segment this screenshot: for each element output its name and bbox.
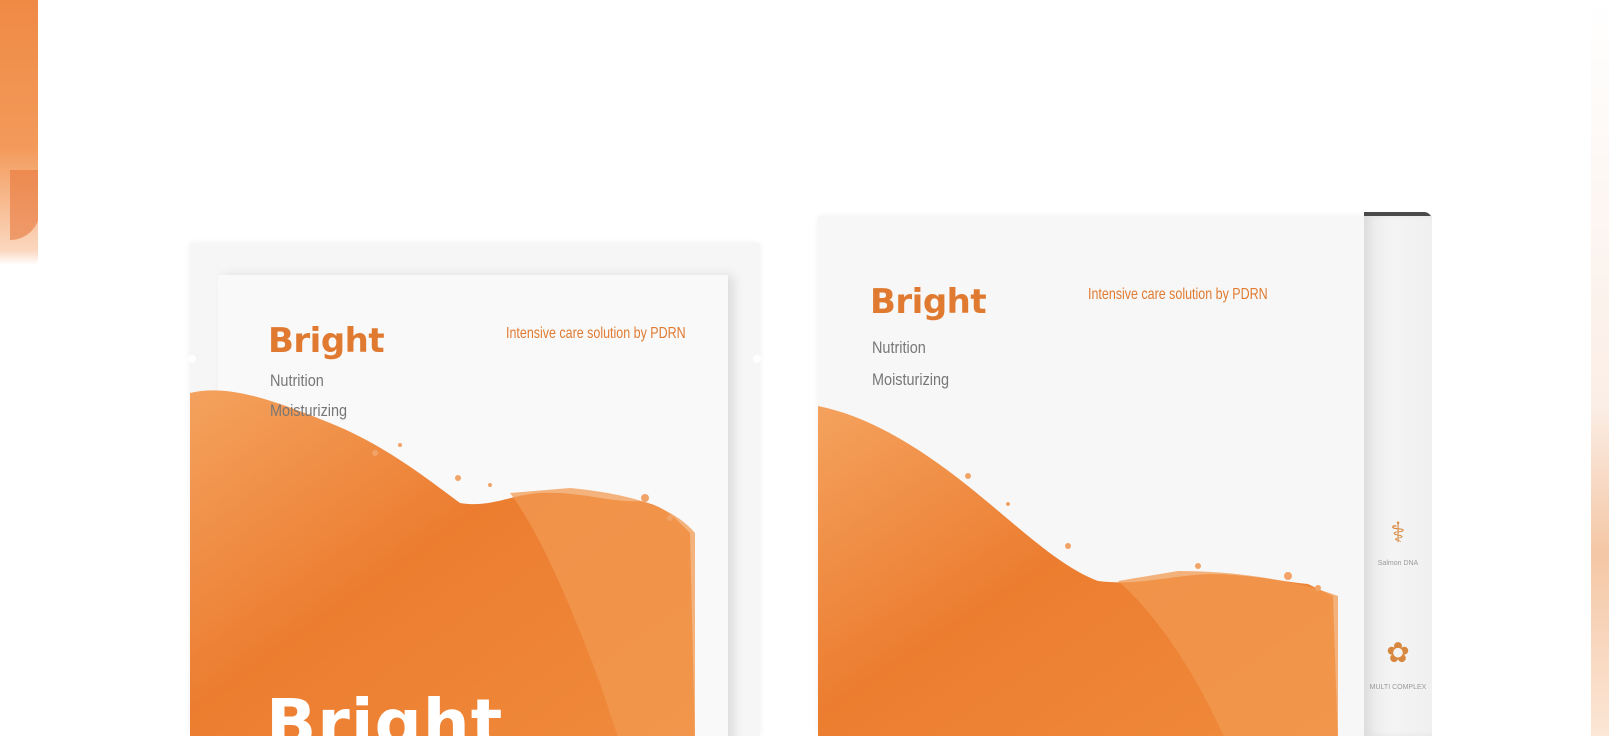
box-subtitle-moisturizing: Moisturizing [872, 370, 950, 389]
pouch-large-brand: Bright [266, 685, 504, 736]
box-tagline: Intensive care solution by PDRN [1088, 286, 1268, 303]
side-label-salmon-dna: Salmon DNA [1377, 560, 1419, 567]
pouch-subtitle-moisturizing: Moisturizing [270, 401, 348, 420]
product-image-stage: Bright Nutrition Moisturizing Intensive … [0, 0, 1609, 736]
pouch-left-notch [188, 355, 196, 363]
pouch-subtitle-nutrition: Nutrition [270, 371, 324, 390]
pouch-brand: Bright [268, 321, 385, 361]
side-label-multi-complex: MULTI COMPLEX [1369, 684, 1427, 691]
box-subtitle-nutrition: Nutrition [872, 338, 926, 357]
box-orange-splash [818, 406, 1366, 736]
sheet-mask-pouch: Bright Nutrition Moisturizing Intensive … [190, 243, 760, 736]
product-box-side: ⚕ Salmon DNA ✿ MULTI COMPLEX [1364, 216, 1432, 736]
product-box-front: Bright Nutrition Moisturizing Intensive … [818, 216, 1366, 736]
left-orange-edge [0, 0, 40, 736]
pouch-tagline: Intensive care solution by PDRN [506, 325, 686, 342]
box-brand: Bright [870, 282, 987, 322]
right-peach-edge [1591, 0, 1609, 736]
pouch-right-notch [753, 355, 761, 363]
pouch-orange-splash [190, 383, 760, 736]
multi-complex-icon: ✿ [1386, 637, 1410, 668]
salmon-dna-icon: ⚕ [1390, 517, 1406, 548]
